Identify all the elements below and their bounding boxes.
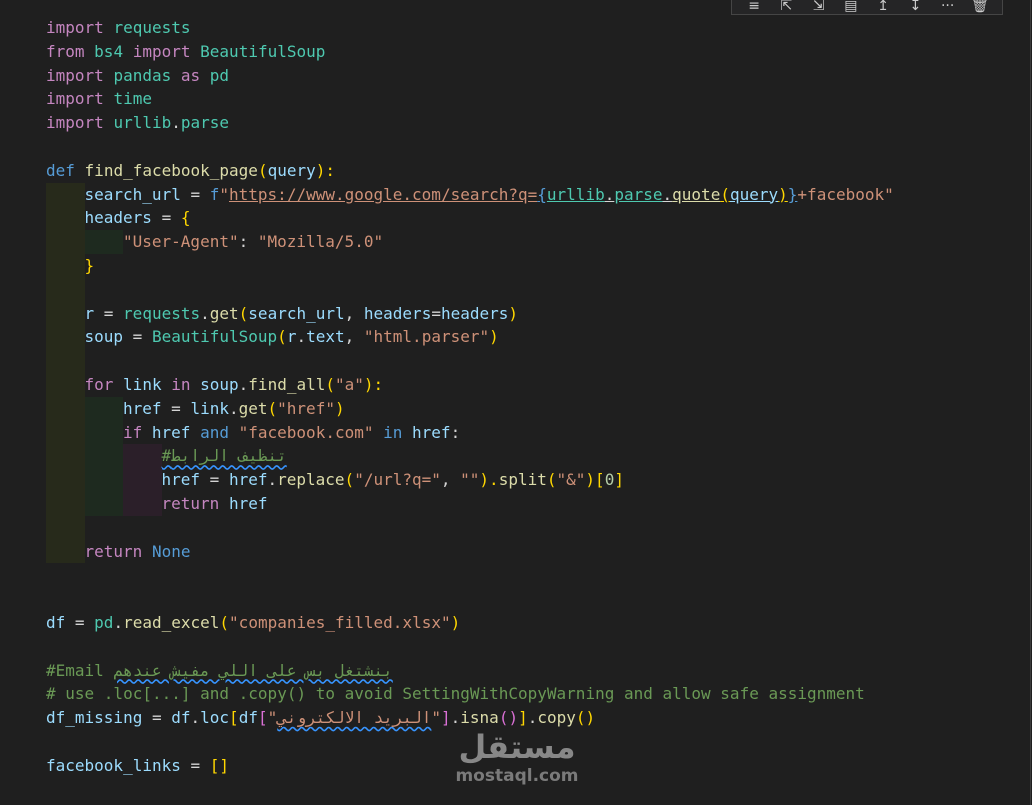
code-line-13: r = requests.get(search_url, headers=hea… <box>46 301 865 326</box>
code-line-29: # use .loc[...] and .copy() to avoid Set… <box>46 684 865 704</box>
code-line-16: for link in soup.find_all("a"): <box>46 372 865 397</box>
code-lines[interactable]: import requests from bs4 import Beautifu… <box>46 16 894 778</box>
code-line-21: return href <box>46 491 865 516</box>
code-line-3: import pandas as pd <box>46 65 230 85</box>
code-line-12 <box>46 277 865 302</box>
code-editor[interactable]: ≡ ⇱ ⇲ ▤ ↥ ↧ ··· 🗑 import requests from b… <box>0 0 1031 805</box>
code-line-23: return None <box>46 539 865 564</box>
code-line-4: import time <box>46 89 152 109</box>
code-line-18: if href and "facebook.com" in href: <box>46 420 865 445</box>
code-line-5: import urllib.parse <box>46 113 230 133</box>
code-line-28: #Email بنشتغل بس على اللي مفيش عندهم <box>46 660 393 680</box>
watermark-latin: mostaql.com <box>455 766 579 786</box>
code-line-9: headers = { <box>46 206 865 231</box>
insert-below-icon[interactable]: ↧ <box>904 0 926 14</box>
format-icon[interactable]: ≡ <box>743 0 765 14</box>
delete-icon[interactable]: 🗑 <box>969 0 991 14</box>
run-above-icon[interactable]: ⇱ <box>775 0 797 14</box>
run-below-icon[interactable]: ⇲ <box>808 0 830 14</box>
code-line-8: search_url = f"https://www.google.com/se… <box>46 182 894 207</box>
code-line-2: from bs4 import BeautifulSoup <box>46 41 326 61</box>
insert-above-icon[interactable]: ↥ <box>872 0 894 14</box>
code-line-7: def find_facebook_page(query): <box>46 160 336 180</box>
code-line-17: href = link.get("href") <box>46 396 865 421</box>
code-line-15 <box>46 349 865 373</box>
code-line-11: } <box>46 253 865 278</box>
cell-toolbar: ≡ ⇱ ⇲ ▤ ↥ ↧ ··· 🗑 <box>731 0 1003 15</box>
code-line-30: df_missing = df.loc[df["البريد الالكترون… <box>46 708 596 728</box>
code-line-19: #تنظيف الرابط <box>46 444 865 469</box>
code-line-22 <box>46 515 865 540</box>
code-line-20: href = href.replace("/url?q=", "").split… <box>46 468 865 492</box>
code-line-26: df = pd.read_excel("companies_filled.xls… <box>46 612 461 632</box>
watermark-arabic: مستقل <box>458 728 576 766</box>
mostaql-watermark: مستقل mostaql.com <box>452 728 582 790</box>
more-icon[interactable]: ··· <box>937 0 959 14</box>
code-line-10: "User-Agent": "Mozilla/5.0" <box>46 230 865 254</box>
code-line-1: import requests <box>46 18 191 37</box>
split-cell-icon[interactable]: ▤ <box>840 0 862 14</box>
code-line-14: soup = BeautifulSoup(r.text, "html.parse… <box>46 325 865 350</box>
